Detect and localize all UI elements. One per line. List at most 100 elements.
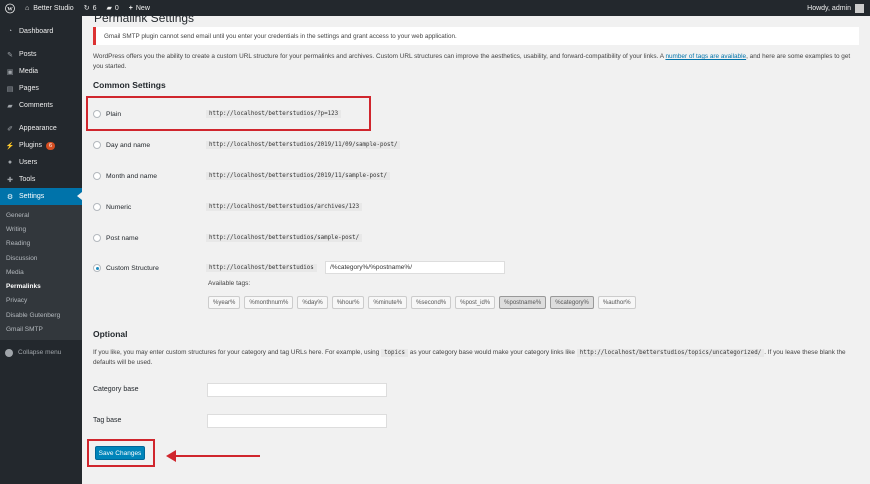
page-icon: ▤ xyxy=(6,85,14,93)
submenu-discussion[interactable]: Discussion xyxy=(0,251,82,265)
my-account-link[interactable]: Howdy, admin xyxy=(802,0,870,16)
topics-code: topics xyxy=(381,349,409,357)
option-label: Day and name xyxy=(106,141,151,149)
collapse-menu-button[interactable]: Collapse menu xyxy=(0,344,82,362)
media-icon: ▣ xyxy=(6,68,14,76)
sidebar-item-settings[interactable]: ⚙ Settings xyxy=(0,188,82,205)
sidebar-item-label: Appearance xyxy=(19,125,57,132)
tag-second-button[interactable]: %second% xyxy=(411,296,452,309)
radio-numeric[interactable] xyxy=(93,203,101,211)
tag-minute-button[interactable]: %minute% xyxy=(368,296,408,309)
updates-icon: ↻ xyxy=(83,5,90,12)
plain-option-highlight-box xyxy=(86,96,371,131)
example-url-post-name: http://localhost/betterstudios/sample-po… xyxy=(206,234,363,242)
sidebar-item-label: Users xyxy=(19,159,38,166)
sidebar-item-comments[interactable]: ▰ Comments xyxy=(0,97,82,114)
example-url-month-and-name: http://localhost/betterstudios/2019/11/s… xyxy=(206,172,390,180)
optional-heading: Optional xyxy=(93,329,128,339)
sidebar-item-label: Tools xyxy=(19,176,36,183)
option-label: Month and name xyxy=(106,172,158,180)
sidebar-item-label: Dashboard xyxy=(19,28,54,35)
collapse-icon xyxy=(5,348,13,357)
tag-hour-button[interactable]: %hour% xyxy=(331,296,365,309)
radio-custom-structure[interactable] xyxy=(93,264,101,272)
sidebar-item-dashboard[interactable]: ◔ Dashboard xyxy=(0,23,82,40)
dashboard-icon: ◔ xyxy=(7,28,13,35)
tag-postname-button[interactable]: %postname% xyxy=(499,296,547,309)
available-tags-label: Available tags: xyxy=(208,280,251,287)
admin-sidebar: ◔ Dashboard ✎ Posts ▣ Media ▤ Pages ▰ Co… xyxy=(0,16,82,484)
radio-month-and-name[interactable] xyxy=(93,172,101,180)
user-icon: ● xyxy=(7,159,13,166)
notice-text: Gmail SMTP plugin cannot send email unti… xyxy=(104,32,457,40)
tag-category-button[interactable]: %category% xyxy=(550,296,594,309)
available-tags-list: %year% %monthnum% %day% %hour% %minute% … xyxy=(208,296,636,309)
sidebar-item-label: Pages xyxy=(19,85,39,92)
collapse-label: Collapse menu xyxy=(18,349,62,357)
brush-icon: ✐ xyxy=(7,125,13,133)
option-month-and-name[interactable]: Month and name xyxy=(93,170,157,182)
annotation-arrow-icon xyxy=(166,450,260,462)
custom-structure-prefix: http://localhost/betterstudios xyxy=(206,264,317,272)
site-name: Better Studio xyxy=(33,4,74,12)
submenu-privacy[interactable]: Privacy xyxy=(0,294,82,308)
tag-day-button[interactable]: %day% xyxy=(297,296,328,309)
custom-structure-input[interactable] xyxy=(325,261,505,274)
sidebar-item-tools[interactable]: ✚ Tools xyxy=(0,171,82,188)
sidebar-item-label: Posts xyxy=(19,51,37,58)
tag-base-label: Tag base xyxy=(93,417,122,424)
submenu-disable-gutenberg[interactable]: Disable Gutenberg xyxy=(0,308,82,322)
optional-desc-part: If you like, you may enter custom struct… xyxy=(93,349,382,356)
option-custom-structure[interactable]: Custom Structure xyxy=(93,262,159,274)
option-post-name[interactable]: Post name xyxy=(93,232,139,244)
pin-icon: ✎ xyxy=(7,51,13,59)
submenu-general[interactable]: General xyxy=(0,208,82,222)
submenu-permalinks[interactable]: Permalinks xyxy=(0,279,82,293)
smtp-error-notice: Gmail SMTP plugin cannot send email unti… xyxy=(93,27,859,45)
common-settings-heading: Common Settings xyxy=(93,80,166,90)
category-base-input[interactable] xyxy=(207,383,387,397)
sidebar-item-media[interactable]: ▣ Media xyxy=(0,63,82,80)
example-url-day-and-name: http://localhost/betterstudios/2019/11/0… xyxy=(206,141,401,149)
wrench-icon: ✚ xyxy=(7,176,13,184)
sidebar-item-label: Plugins xyxy=(19,142,42,149)
main-content: Permalink Settings Gmail SMTP plugin can… xyxy=(82,11,870,484)
option-numeric[interactable]: Numeric xyxy=(93,201,131,213)
tag-year-button[interactable]: %year% xyxy=(208,296,241,309)
option-label: Post name xyxy=(106,234,139,242)
plugin-icon: ⚡ xyxy=(5,142,15,150)
tag-post-id-button[interactable]: %post_id% xyxy=(455,296,496,309)
site-name-link[interactable]: ⌂ Better Studio xyxy=(20,0,79,16)
sidebar-item-label: Comments xyxy=(19,102,53,109)
submenu-gmail-smtp[interactable]: Gmail SMTP xyxy=(0,322,82,336)
tag-monthnum-button[interactable]: %monthnum% xyxy=(244,296,294,309)
option-label: Numeric xyxy=(106,203,132,211)
wordpress-logo-icon[interactable]: W xyxy=(0,0,20,16)
sidebar-item-users[interactable]: ● Users xyxy=(0,154,82,171)
submenu-reading[interactable]: Reading xyxy=(0,237,82,251)
sidebar-item-appearance[interactable]: ✐ Appearance xyxy=(0,120,82,137)
option-day-and-name[interactable]: Day and name xyxy=(93,139,150,151)
option-label: Custom Structure xyxy=(106,264,159,272)
page-title: Permalink Settings xyxy=(94,11,195,25)
sidebar-item-plugins[interactable]: ⚡ Plugins 6 xyxy=(0,137,82,154)
category-link-example-code: http://localhost/betterstudios/topics/un… xyxy=(576,349,765,357)
sidebar-item-pages[interactable]: ▤ Pages xyxy=(0,80,82,97)
intro-part: WordPress offers you the ability to crea… xyxy=(93,53,666,60)
howdy-text: Howdy, admin xyxy=(807,4,851,12)
submenu-writing[interactable]: Writing xyxy=(0,222,82,236)
example-url-numeric: http://localhost/betterstudios/archives/… xyxy=(206,203,363,211)
radio-post-name[interactable] xyxy=(93,234,101,242)
available-tags-link[interactable]: number of tags are available xyxy=(665,53,746,60)
sidebar-item-label: Media xyxy=(19,68,39,75)
optional-desc-part: as your category base would make your ca… xyxy=(408,349,577,356)
comment-icon: ▰ xyxy=(7,102,13,110)
submenu-media[interactable]: Media xyxy=(0,265,82,279)
radio-day-and-name[interactable] xyxy=(93,141,101,149)
sidebar-item-posts[interactable]: ✎ Posts xyxy=(0,46,82,63)
plugins-update-badge: 6 xyxy=(45,141,56,150)
home-icon: ⌂ xyxy=(25,4,30,12)
tag-base-input[interactable] xyxy=(207,414,387,428)
optional-description: If you like, you may enter custom struct… xyxy=(93,348,853,368)
tag-author-button[interactable]: %author% xyxy=(597,296,636,309)
